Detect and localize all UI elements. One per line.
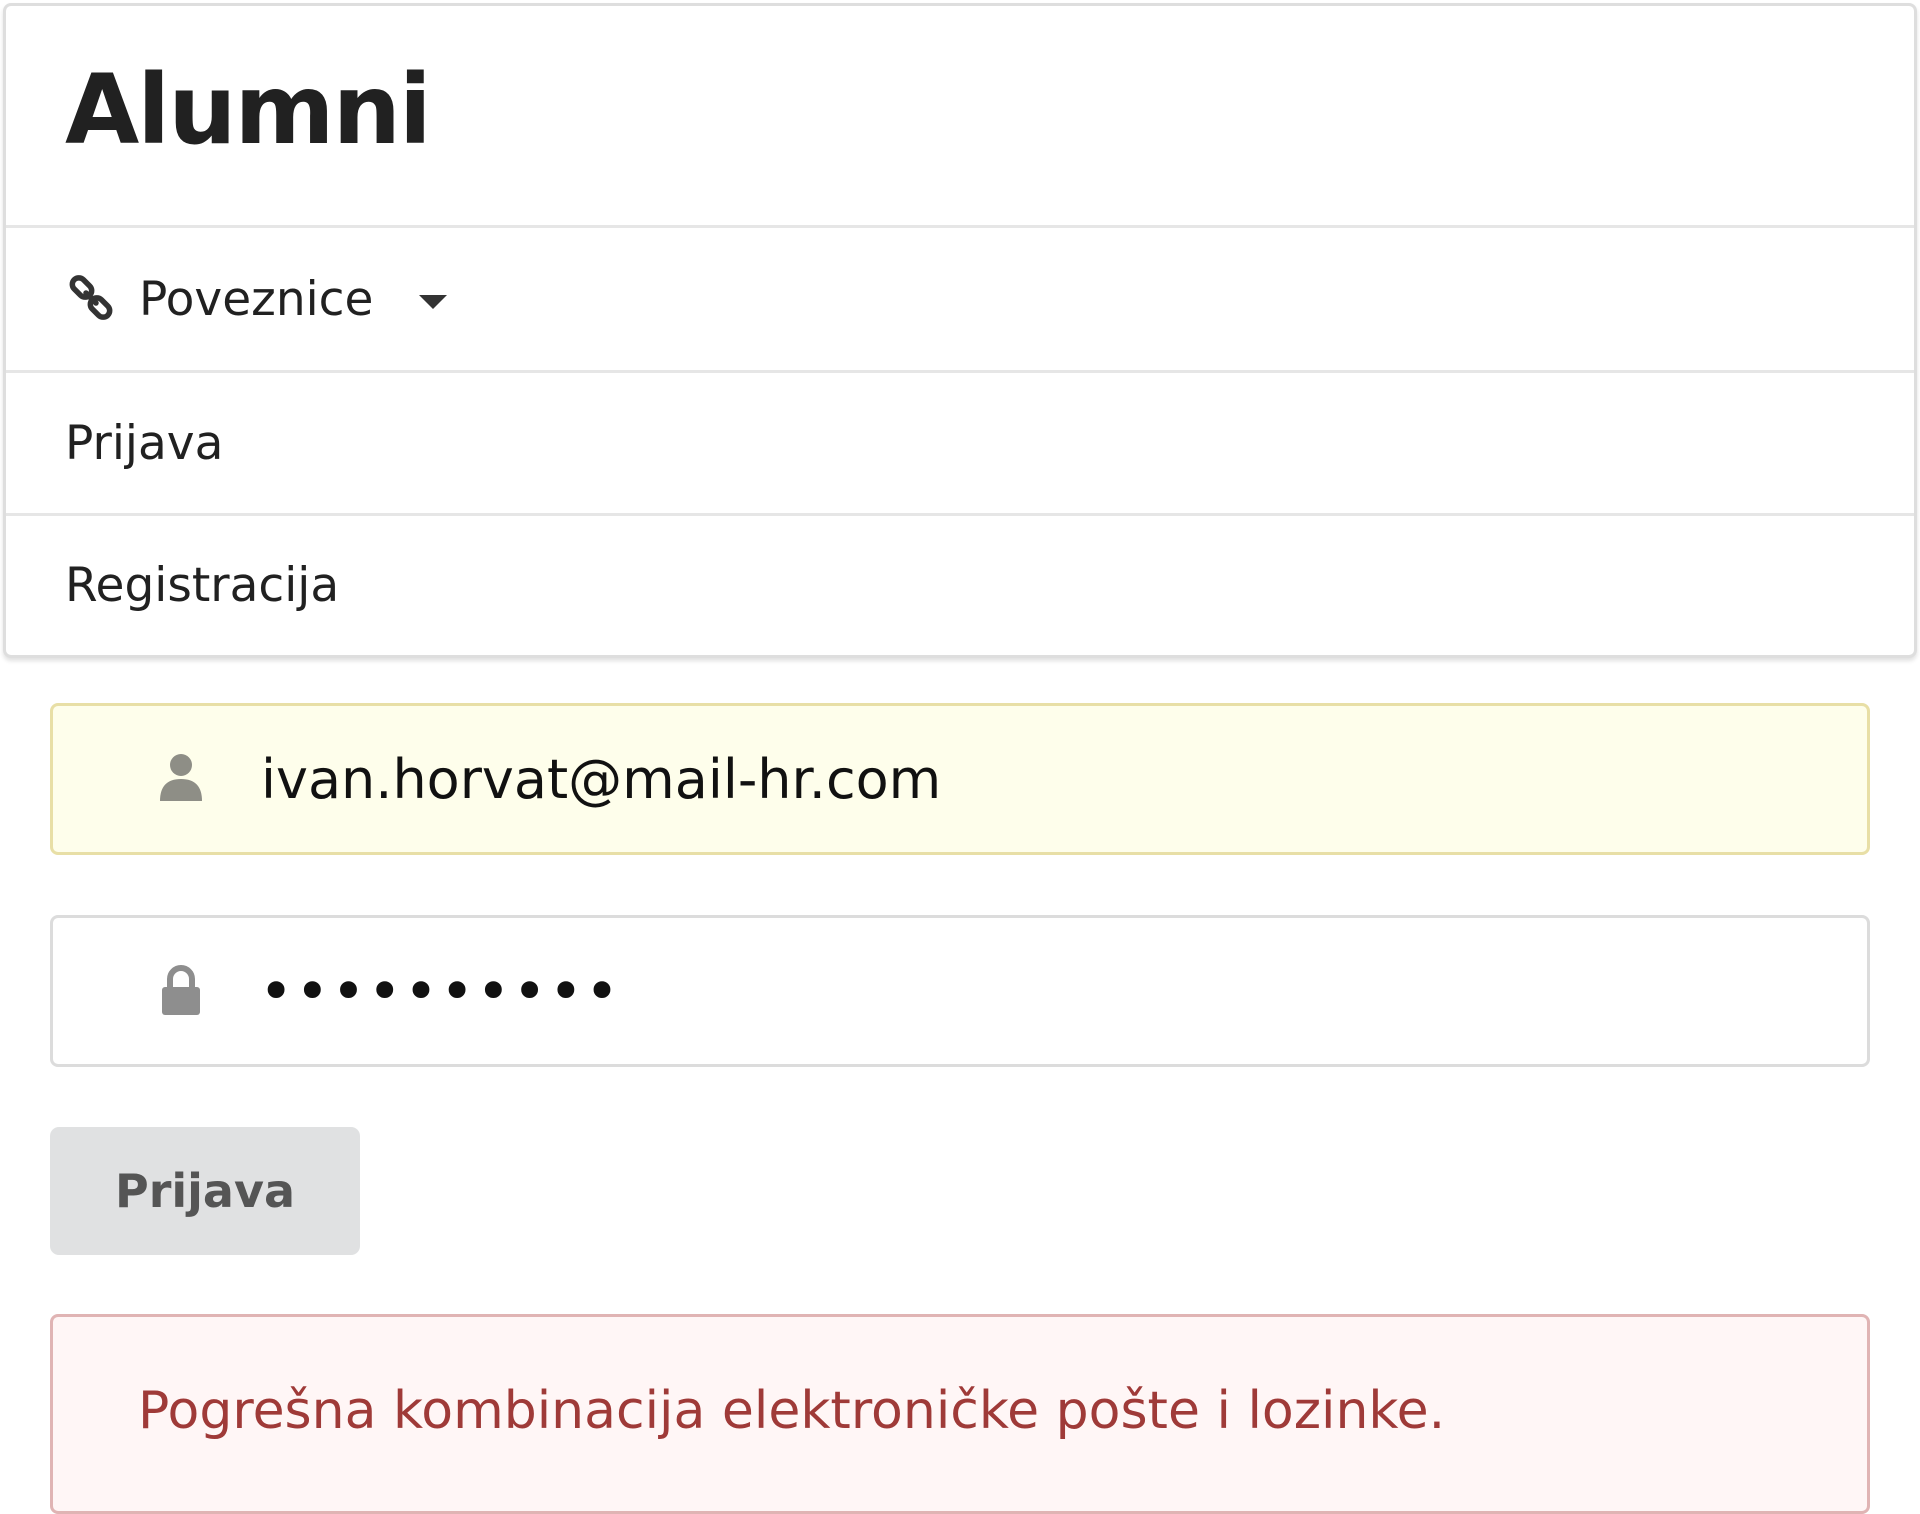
menu-item-register-label: Registracija (65, 558, 340, 613)
password-value: •••••••••• (259, 957, 622, 1025)
menu-item-login-label: Prijava (65, 415, 224, 471)
login-button[interactable]: Prijava (50, 1127, 360, 1255)
menu-item-links-dropdown[interactable]: Poveznice (6, 228, 1914, 373)
error-message: Pogrešna kombinacija elektroničke pošte … (138, 1381, 1446, 1441)
menu-header: Alumni (6, 6, 1914, 228)
password-field[interactable]: •••••••••• (50, 915, 1870, 1067)
caret-down-icon (419, 295, 448, 309)
error-message-box: Pogrešna kombinacija elektroničke pošte … (50, 1314, 1870, 1514)
main-menu: Alumni Poveznice Prijava Registracija (3, 3, 1917, 658)
menu-item-links-label: Poveznice (139, 271, 374, 327)
menu-item-register[interactable]: Registracija (6, 516, 1914, 655)
lock-icon (162, 965, 200, 1015)
email-field[interactable]: ivan.horvat@mail-hr.com (50, 703, 1870, 855)
menu-item-login[interactable]: Prijava (6, 373, 1914, 516)
link-icon (69, 275, 113, 320)
site-brand[interactable]: Alumni (65, 54, 432, 166)
user-icon (160, 754, 202, 801)
email-value: ivan.horvat@mail-hr.com (261, 747, 942, 811)
